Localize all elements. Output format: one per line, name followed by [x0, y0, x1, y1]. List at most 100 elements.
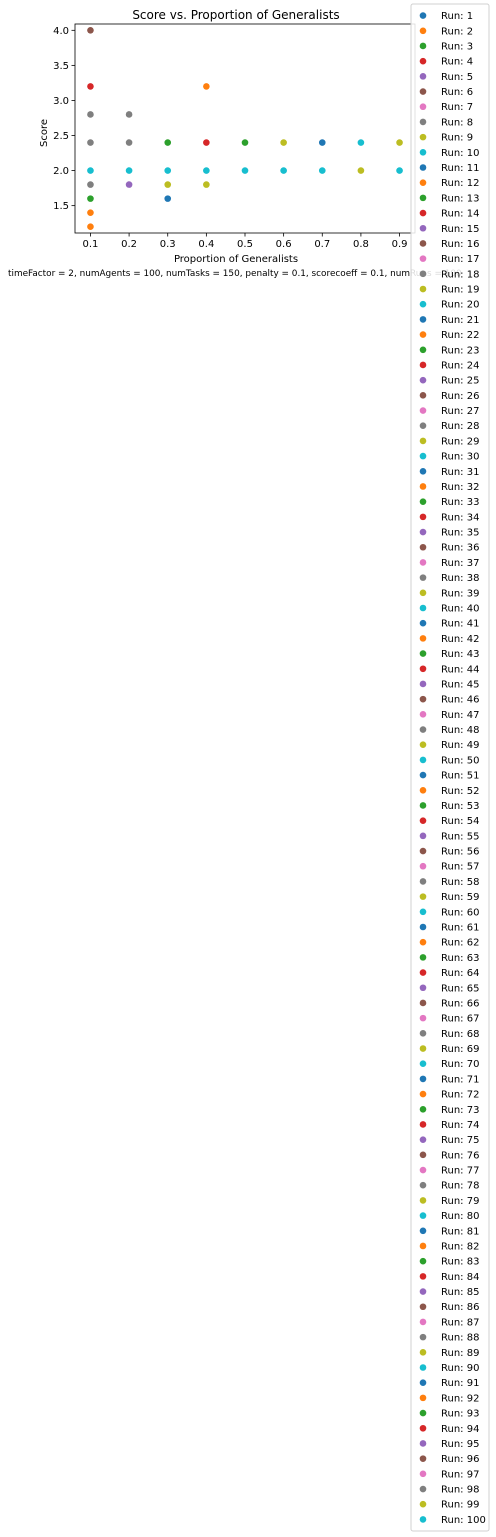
- data-point: [125, 181, 133, 188]
- legend-marker: [419, 73, 427, 80]
- legend-label: Run: 12: [441, 178, 479, 189]
- legend-label: Run: 48: [441, 725, 479, 736]
- data-point: [396, 139, 403, 146]
- legend-label: Run: 78: [441, 1181, 479, 1192]
- legend-label: Run: 84: [441, 1272, 479, 1283]
- legend-marker: [419, 1151, 427, 1159]
- legend-marker: [419, 103, 427, 111]
- data-point: [125, 167, 133, 174]
- legend-marker: [419, 1273, 427, 1280]
- legend-marker: [419, 376, 427, 384]
- legend-marker: [419, 467, 427, 475]
- legend-marker: [419, 1227, 427, 1235]
- legend-label: Run: 60: [441, 907, 479, 918]
- legend-label: Run: 30: [441, 452, 479, 463]
- legend-label: Run: 79: [441, 1196, 479, 1207]
- legend-label: Run: 32: [441, 482, 479, 493]
- legend-marker: [419, 300, 427, 308]
- chart-container: Score vs. Proportion of Generalists 0.1 0…: [0, 0, 496, 1537]
- legend-label: Run: 66: [441, 998, 479, 1009]
- legend-marker: [419, 878, 427, 885]
- legend-label: Run: 69: [441, 1044, 479, 1055]
- y-axis: 1.5 2.0 2.5 3.0 3.5 4.0: [53, 26, 75, 212]
- data-point: [318, 139, 326, 146]
- legend-marker: [419, 726, 427, 733]
- plot-frame: [74, 23, 416, 234]
- legend-label: Run: 23: [441, 345, 479, 356]
- legend-marker: [419, 847, 427, 855]
- legend-label: Run: 49: [441, 740, 479, 751]
- legend-label: Run: 13: [441, 193, 479, 204]
- legend-marker: [419, 1349, 427, 1356]
- legend-label: Run: 45: [441, 679, 479, 690]
- legend-marker: [419, 1030, 427, 1037]
- x-tick-label: 0.6: [276, 239, 292, 250]
- legend-marker: [419, 1212, 427, 1219]
- legend-marker: [419, 1409, 427, 1417]
- y-tick-label: 3.5: [53, 61, 69, 72]
- legend-label: Run: 58: [441, 877, 479, 888]
- legend-marker: [419, 316, 427, 323]
- legend-marker: [419, 1197, 427, 1204]
- x-tick-label: 0.4: [198, 239, 214, 250]
- y-tick-label: 3.0: [53, 96, 69, 107]
- x-tick-label: 0.2: [121, 239, 137, 250]
- legend-label: Run: 53: [441, 801, 479, 812]
- y-tick-label: 2.5: [53, 131, 69, 142]
- data-point: [87, 223, 94, 230]
- legend-marker: [419, 559, 427, 566]
- legend-marker: [419, 908, 427, 916]
- x-axis: 0.1 0.2 0.3 0.4 0.5 0.6 0.7 0.8 0.9: [83, 233, 407, 250]
- legend-label: Run: 6: [441, 87, 473, 98]
- x-tick-label: 0.1: [83, 239, 99, 250]
- legend-label: Run: 82: [441, 1241, 479, 1252]
- legend-label: Run: 99: [441, 1500, 479, 1511]
- y-axis-label: Score: [39, 119, 50, 147]
- data-point: [87, 83, 94, 90]
- legend-label: Run: 31: [441, 467, 479, 478]
- legend-marker: [419, 1288, 427, 1295]
- data-point: [164, 167, 172, 174]
- legend-marker: [419, 1136, 427, 1143]
- legend-marker: [419, 331, 427, 338]
- legend-marker: [419, 604, 427, 612]
- legend-label: Run: 16: [441, 239, 479, 250]
- legend-marker: [419, 680, 427, 688]
- data-point: [203, 83, 210, 90]
- legend-label: Run: 100: [441, 1515, 486, 1526]
- legend-marker: [419, 1455, 427, 1462]
- data-point: [164, 195, 172, 202]
- legend-label: Run: 93: [441, 1409, 479, 1420]
- legend-marker: [419, 422, 427, 430]
- legend-label: Run: 67: [441, 1014, 479, 1025]
- legend-label: Run: 27: [441, 406, 479, 417]
- legend-marker: [419, 164, 427, 171]
- plot-area: [74, 23, 416, 234]
- legend-marker: [419, 1075, 427, 1083]
- legend-marker: [419, 1257, 427, 1265]
- legend-label: Run: 47: [441, 710, 479, 721]
- data-point: [87, 167, 94, 174]
- legend-label: Run: 95: [441, 1439, 479, 1450]
- legend-label: Run: 98: [441, 1485, 479, 1496]
- legend-label: Run: 94: [441, 1424, 479, 1435]
- legend-marker: [419, 452, 427, 460]
- legend-label: Run: 5: [441, 72, 473, 83]
- legend-label: Run: 92: [441, 1393, 479, 1404]
- legend-marker: [419, 756, 427, 764]
- legend-label: Run: 9: [441, 133, 473, 144]
- legend-marker: [419, 1516, 427, 1523]
- legend-label: Run: 4: [441, 57, 473, 68]
- legend-label: Run: 96: [441, 1454, 479, 1465]
- legend-marker: [419, 665, 427, 673]
- legend-label: Run: 83: [441, 1257, 479, 1268]
- legend-marker: [419, 635, 427, 642]
- legend-label: Run: 86: [441, 1302, 479, 1313]
- x-tick-label: 0.3: [160, 239, 176, 250]
- data-point: [241, 139, 249, 146]
- legend-marker: [419, 483, 427, 490]
- legend-marker: [419, 209, 427, 217]
- legend-label: Run: 74: [441, 1120, 479, 1131]
- legend-marker: [419, 862, 427, 870]
- legend-marker: [419, 361, 427, 369]
